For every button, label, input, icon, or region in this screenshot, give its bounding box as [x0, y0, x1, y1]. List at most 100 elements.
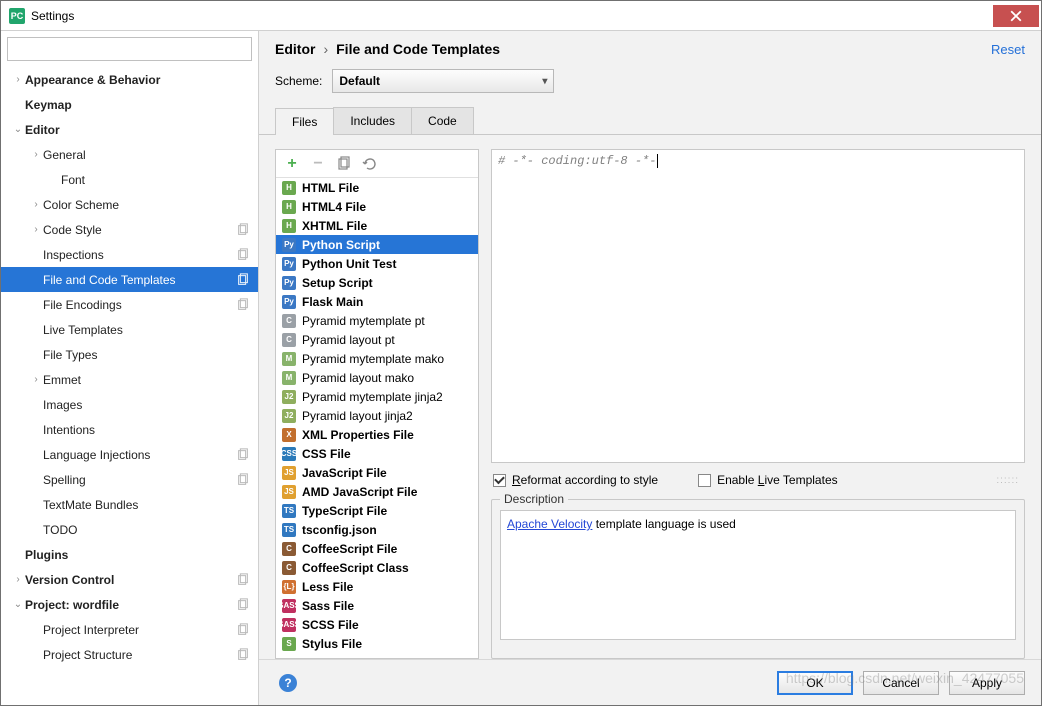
tree-item-spelling[interactable]: Spelling	[1, 467, 258, 492]
apache-velocity-link[interactable]: Apache Velocity	[507, 517, 592, 531]
template-item[interactable]: TSTypeScript File	[276, 501, 478, 520]
tree-item-project-structure[interactable]: Project Structure	[1, 642, 258, 667]
tree-item-code-style[interactable]: ›Code Style	[1, 217, 258, 242]
tab-files[interactable]: Files	[275, 108, 334, 135]
template-item[interactable]: CCoffeeScript File	[276, 539, 478, 558]
tree-item-label: Editor	[25, 123, 250, 137]
copy-template-button[interactable]	[336, 156, 352, 172]
chevron-right-icon[interactable]: ›	[11, 74, 25, 85]
template-item[interactable]: CPyramid layout pt	[276, 330, 478, 349]
template-item[interactable]: PyFlask Main	[276, 292, 478, 311]
template-item[interactable]: J2Pyramid layout jinja2	[276, 406, 478, 425]
template-item[interactable]: PySetup Script	[276, 273, 478, 292]
tree-item-live-templates[interactable]: Live Templates	[1, 317, 258, 342]
template-item[interactable]: CSSCSS File	[276, 444, 478, 463]
template-editor[interactable]: # -*- coding:utf-8 -*-	[491, 149, 1025, 463]
chevron-right-icon[interactable]: ›	[29, 149, 43, 160]
resize-grip-icon[interactable]: ::::::	[996, 475, 1023, 486]
tree-item-project-interpreter[interactable]: Project Interpreter	[1, 617, 258, 642]
breadcrumb: Editor › File and Code Templates	[275, 41, 500, 57]
tree-item-language-injections[interactable]: Language Injections	[1, 442, 258, 467]
template-item[interactable]: TStsconfig.json	[276, 520, 478, 539]
tree-item-file-and-code-templates[interactable]: File and Code Templates	[1, 267, 258, 292]
template-item[interactable]: {L}Less File	[276, 577, 478, 596]
template-item[interactable]: MPyramid layout mako	[276, 368, 478, 387]
tree-item-font[interactable]: Font	[1, 167, 258, 192]
live-templates-checkbox[interactable]: Enable Live Templates	[698, 473, 838, 487]
template-item[interactable]: HHTML File	[276, 178, 478, 197]
template-item[interactable]: HXHTML File	[276, 216, 478, 235]
ok-button[interactable]: OK	[777, 671, 853, 695]
template-item[interactable]: PyPython Unit Test	[276, 254, 478, 273]
template-label: Python Script	[302, 238, 380, 252]
template-item[interactable]: SASSSass File	[276, 596, 478, 615]
revert-template-button[interactable]	[362, 156, 378, 172]
tree-item-editor[interactable]: ⌄Editor	[1, 117, 258, 142]
remove-template-button[interactable]: −	[310, 156, 326, 172]
search-input[interactable]	[7, 37, 252, 61]
template-list-panel: + − HHTML FileHHTML4 FileHXHTML FilePyPy…	[275, 149, 479, 659]
chevron-right-icon[interactable]: ›	[29, 374, 43, 385]
tree-item-emmet[interactable]: ›Emmet	[1, 367, 258, 392]
help-button[interactable]: ?	[279, 674, 297, 692]
chevron-right-icon[interactable]: ›	[29, 224, 43, 235]
apply-button[interactable]: Apply	[949, 671, 1025, 695]
text-cursor	[657, 154, 658, 168]
filetype-icon: C	[282, 314, 296, 328]
scope-icon	[236, 573, 250, 587]
template-toolbar: + −	[276, 150, 478, 178]
tree-item-file-encodings[interactable]: File Encodings	[1, 292, 258, 317]
template-item[interactable]: CCoffeeScript Class	[276, 558, 478, 577]
template-item[interactable]: J2Pyramid mytemplate jinja2	[276, 387, 478, 406]
chevron-right-icon[interactable]: ›	[29, 199, 43, 210]
tree-item-label: Emmet	[43, 373, 250, 387]
cancel-button[interactable]: Cancel	[863, 671, 939, 695]
scope-icon	[236, 223, 250, 237]
tree-item-version-control[interactable]: ›Version Control	[1, 567, 258, 592]
template-item[interactable]: CPyramid mytemplate pt	[276, 311, 478, 330]
tree-item-label: Code Style	[43, 223, 236, 237]
dialog-buttons: ? OK Cancel Apply	[259, 659, 1041, 705]
chevron-down-icon: ▾	[542, 76, 547, 87]
tree-item-general[interactable]: ›General	[1, 142, 258, 167]
template-item[interactable]: XXML Properties File	[276, 425, 478, 444]
scheme-select[interactable]: Default ▾	[332, 69, 554, 93]
reset-link[interactable]: Reset	[991, 42, 1025, 57]
template-list[interactable]: HHTML FileHHTML4 FileHXHTML FilePyPython…	[276, 178, 478, 658]
chevron-right-icon[interactable]: ›	[11, 574, 25, 585]
tree-item-file-types[interactable]: File Types	[1, 342, 258, 367]
tree-item-textmate-bundles[interactable]: TextMate Bundles	[1, 492, 258, 517]
breadcrumb-current: File and Code Templates	[336, 41, 500, 57]
chevron-down-icon[interactable]: ⌄	[11, 124, 25, 135]
tree-item-inspections[interactable]: Inspections	[1, 242, 258, 267]
tree-item-images[interactable]: Images	[1, 392, 258, 417]
editor-content: # -*- coding:utf-8 -*-	[498, 154, 656, 168]
close-button[interactable]	[993, 5, 1039, 27]
tree-item-project-wordfile[interactable]: ⌄Project: wordfile	[1, 592, 258, 617]
settings-tree[interactable]: ›Appearance & BehaviorKeymap⌄Editor›Gene…	[1, 67, 258, 705]
reformat-checkbox[interactable]: Reformat according to style	[493, 473, 658, 487]
add-template-button[interactable]: +	[284, 156, 300, 172]
tree-item-appearance-behavior[interactable]: ›Appearance & Behavior	[1, 67, 258, 92]
breadcrumb-parent[interactable]: Editor	[275, 41, 315, 57]
tree-item-color-scheme[interactable]: ›Color Scheme	[1, 192, 258, 217]
checkbox-icon	[698, 474, 711, 487]
template-label: Stylus File	[302, 637, 362, 651]
template-item[interactable]: JSAMD JavaScript File	[276, 482, 478, 501]
template-label: Pyramid mytemplate mako	[302, 352, 444, 366]
tree-item-plugins[interactable]: Plugins	[1, 542, 258, 567]
template-item[interactable]: HHTML4 File	[276, 197, 478, 216]
template-item[interactable]: MPyramid mytemplate mako	[276, 349, 478, 368]
tab-includes[interactable]: Includes	[333, 107, 412, 134]
tree-item-keymap[interactable]: Keymap	[1, 92, 258, 117]
template-item[interactable]: JSJavaScript File	[276, 463, 478, 482]
template-item[interactable]: SStylus File	[276, 634, 478, 653]
description-group: Description Apache Velocity template lan…	[491, 499, 1025, 659]
template-item[interactable]: PyPython Script	[276, 235, 478, 254]
chevron-down-icon[interactable]: ⌄	[11, 599, 25, 610]
tab-code[interactable]: Code	[411, 107, 474, 134]
template-item[interactable]: SASSSCSS File	[276, 615, 478, 634]
tree-item-todo[interactable]: TODO	[1, 517, 258, 542]
filetype-icon: Py	[282, 295, 296, 309]
tree-item-intentions[interactable]: Intentions	[1, 417, 258, 442]
